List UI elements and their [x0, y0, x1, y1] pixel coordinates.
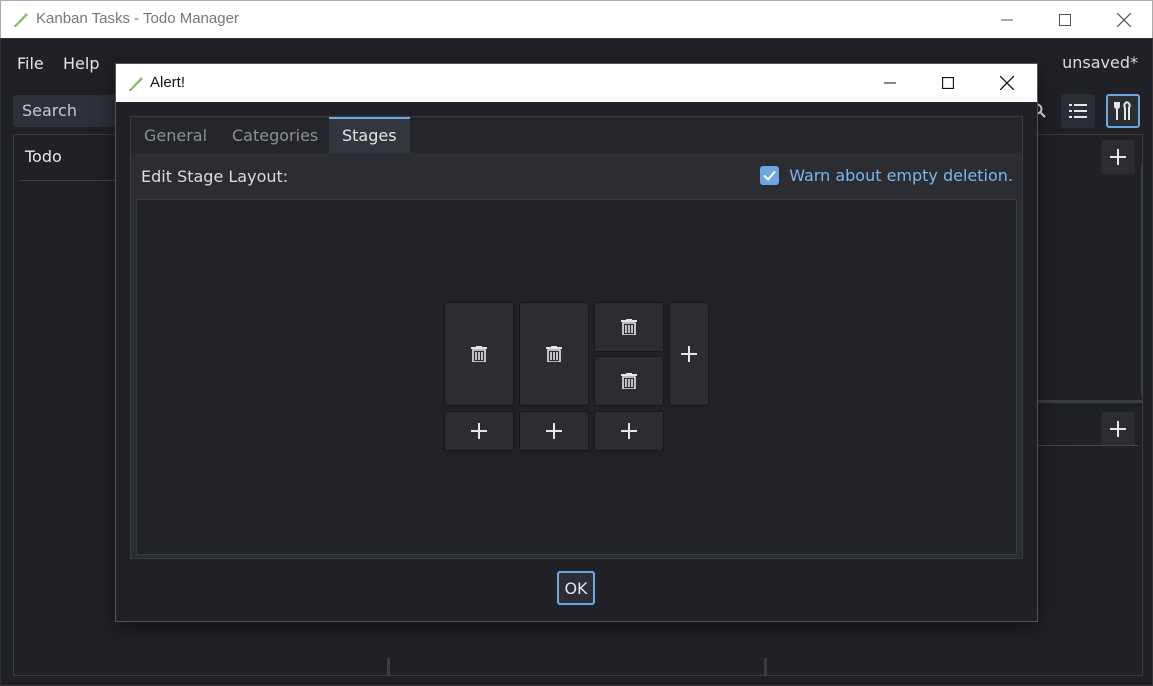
app-icon	[14, 13, 28, 27]
dialog-body: General Categories Stages Edit Stage Lay…	[116, 102, 1037, 621]
list-view-button[interactable]	[1061, 94, 1095, 128]
edit-stage-layout-label: Edit Stage Layout:	[141, 167, 289, 186]
ok-button[interactable]: OK	[557, 571, 595, 605]
maximize-icon	[1059, 13, 1071, 26]
delete-stage-button[interactable]	[594, 356, 664, 406]
lane-divider	[764, 658, 767, 676]
add-stage-button[interactable]	[519, 411, 589, 451]
warn-empty-deletion-label: Warn about empty deletion.	[789, 166, 1013, 185]
minimize-icon	[884, 82, 896, 83]
search-placeholder: Search	[22, 101, 77, 120]
delete-stage-button[interactable]	[444, 302, 514, 406]
close-icon	[1000, 75, 1014, 90]
add-stage-button[interactable]	[444, 411, 514, 451]
trash-icon	[546, 346, 562, 362]
tab-general[interactable]: General	[131, 117, 220, 153]
delete-stage-button[interactable]	[594, 302, 664, 352]
file-status: unsaved*	[1062, 53, 1138, 72]
tab-stages[interactable]: Stages	[329, 117, 410, 153]
plus-icon	[546, 423, 562, 439]
close-icon	[1117, 12, 1131, 27]
stage-layout-editor	[136, 199, 1017, 555]
trash-icon	[621, 373, 637, 389]
tab-categories[interactable]: Categories	[219, 117, 331, 153]
tab-bar: General Categories Stages	[131, 117, 1022, 153]
maximize-button[interactable]	[1036, 1, 1094, 38]
alert-dialog: Alert! General Categories Stages Edit St…	[116, 64, 1037, 621]
check-icon	[763, 170, 776, 181]
warn-empty-deletion-checkbox[interactable]: Warn about empty deletion.	[760, 166, 1013, 185]
settings-button[interactable]	[1106, 94, 1140, 128]
add-stage-button[interactable]	[594, 411, 664, 451]
dialog-minimize-button[interactable]	[861, 64, 919, 101]
settings-panel: General Categories Stages Edit Stage Lay…	[130, 116, 1023, 559]
main-titlebar: Kanban Tasks - Todo Manager	[0, 0, 1153, 38]
trash-icon	[621, 319, 637, 335]
add-task-button[interactable]	[1101, 140, 1135, 174]
lane-divider	[1141, 165, 1143, 395]
app-icon	[129, 77, 143, 91]
lane-divider	[387, 658, 390, 676]
plus-icon	[1110, 421, 1126, 437]
minimize-icon	[1001, 19, 1013, 20]
lane-divider	[1034, 400, 1142, 403]
tools-icon	[1114, 101, 1131, 120]
close-button[interactable]	[1095, 1, 1153, 38]
delete-stage-button[interactable]	[519, 302, 589, 406]
add-column-button[interactable]	[669, 302, 709, 406]
dialog-title: Alert!	[150, 74, 186, 91]
plus-icon	[471, 423, 487, 439]
menu-file[interactable]: File	[17, 54, 44, 73]
plus-icon	[621, 423, 637, 439]
lane-underline	[1034, 445, 1138, 446]
window-title: Kanban Tasks - Todo Manager	[36, 10, 239, 27]
column-title-todo: Todo	[25, 147, 62, 166]
dialog-titlebar: Alert!	[116, 64, 1037, 102]
dialog-close-button[interactable]	[978, 64, 1036, 101]
plus-icon	[1110, 149, 1126, 165]
minimize-button[interactable]	[978, 1, 1036, 38]
maximize-icon	[942, 76, 954, 89]
menu-help[interactable]: Help	[63, 54, 99, 73]
dialog-maximize-button[interactable]	[919, 64, 977, 101]
add-task-button-2[interactable]	[1101, 412, 1135, 446]
checkbox-checked-icon[interactable]	[760, 166, 780, 185]
trash-icon	[471, 346, 487, 362]
plus-icon	[681, 346, 697, 362]
list-icon	[1069, 104, 1087, 118]
